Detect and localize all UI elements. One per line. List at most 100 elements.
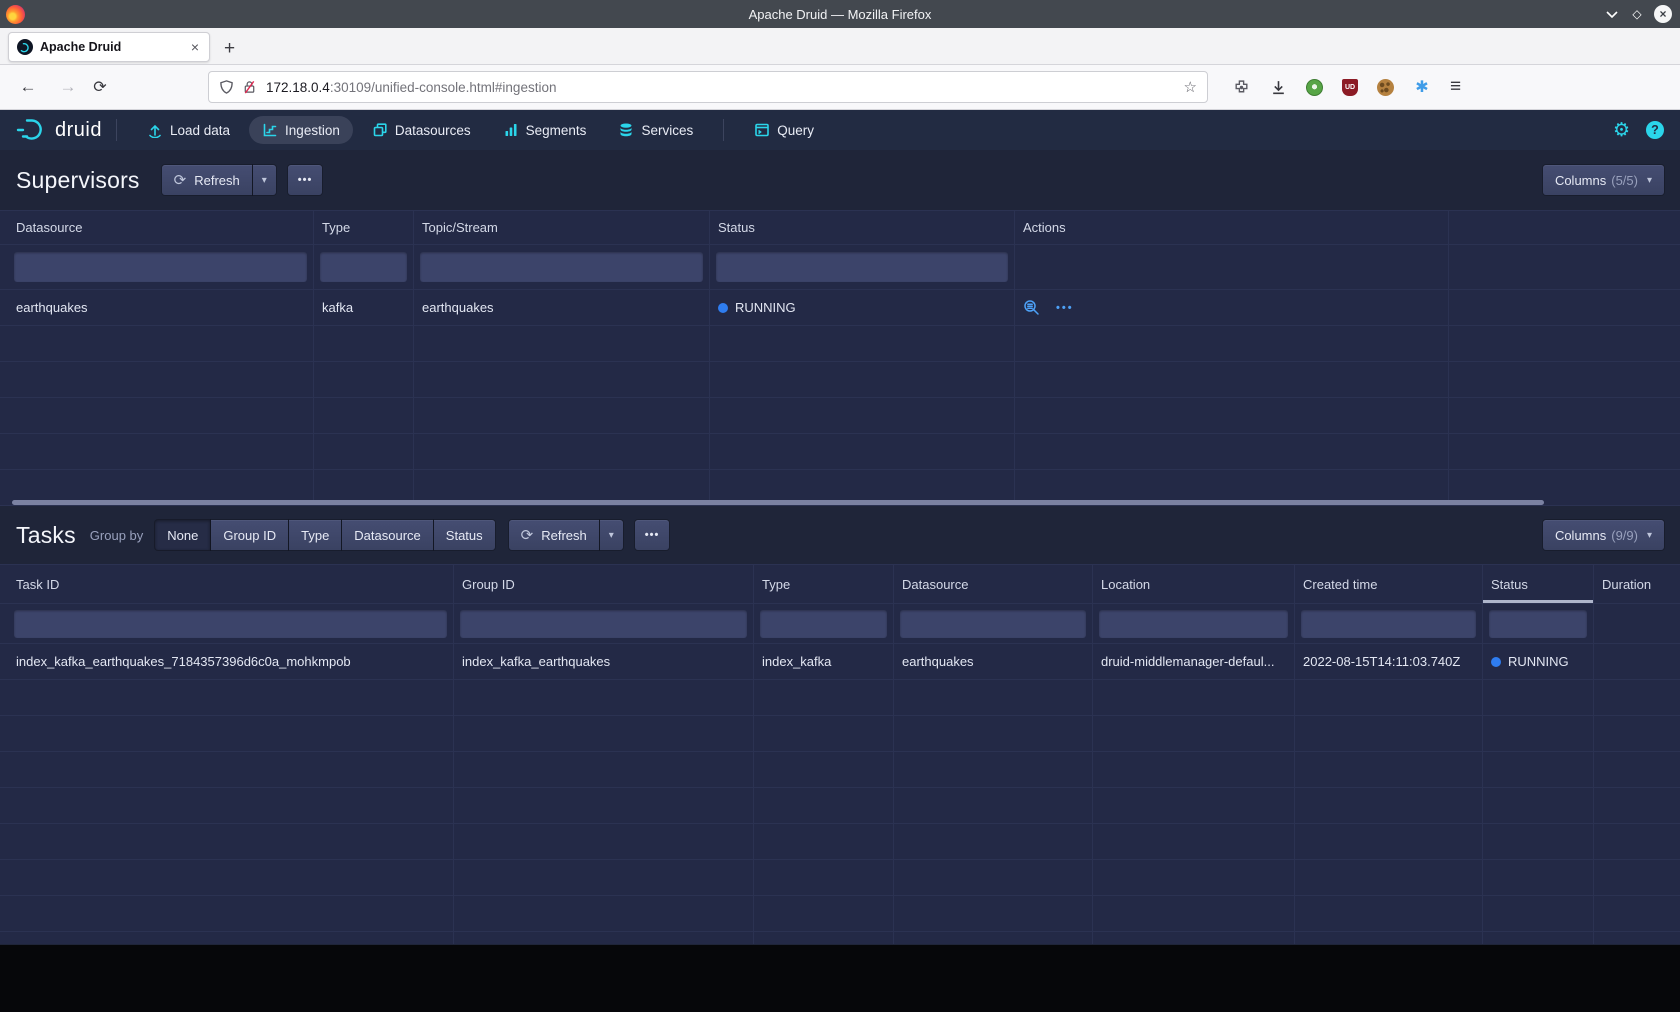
supervisors-filter-row: [0, 245, 1680, 290]
back-icon[interactable]: ←: [16, 77, 40, 97]
tasks-refresh-button[interactable]: ⟳ Refresh: [509, 520, 599, 550]
datasources-icon: [372, 122, 388, 138]
cell-group-id: index_kafka_earthquakes: [454, 644, 754, 679]
group-by-segmented-control: None Group ID Type Datasource Status: [155, 520, 494, 550]
supervisors-refresh-caret-button[interactable]: ▾: [253, 165, 276, 195]
refresh-icon: ⟳: [174, 173, 187, 188]
col-header-status[interactable]: Status: [710, 211, 1015, 244]
cell-status: RUNNING: [710, 290, 1015, 325]
tasks-header-row: Task ID Group ID Type Datasource Locatio…: [0, 564, 1680, 604]
horizontal-scrollbar[interactable]: [12, 500, 1544, 505]
supervisors-title: Supervisors: [16, 167, 140, 194]
druid-brand[interactable]: druid: [14, 117, 102, 143]
hamburger-menu-icon[interactable]: ≡: [1450, 76, 1461, 98]
window-title: Apache Druid — Mozilla Firefox: [0, 7, 1680, 22]
col-header-type[interactable]: Type: [754, 565, 894, 603]
bookmark-star-icon[interactable]: ☆: [1184, 78, 1197, 96]
filter-group-id-input[interactable]: [460, 610, 747, 638]
filter-datasource-input[interactable]: [900, 610, 1086, 638]
url-text[interactable]: 172.18.0.4:30109/unified-console.html#in…: [266, 80, 1184, 95]
tasks-more-button[interactable]: •••: [635, 520, 670, 550]
window-titlebar: Apache Druid — Mozilla Firefox ◇ ×: [0, 0, 1680, 28]
privacy-extension-icon[interactable]: [1306, 79, 1323, 96]
filter-type-input[interactable]: [320, 252, 407, 282]
minimize-icon[interactable]: [1604, 9, 1620, 19]
col-header-actions[interactable]: Actions: [1015, 211, 1449, 244]
tab-close-icon[interactable]: ×: [189, 39, 201, 55]
brand-name: druid: [55, 119, 102, 142]
maximize-icon[interactable]: ◇: [1629, 7, 1645, 21]
nav-query[interactable]: Query: [741, 116, 827, 144]
nav-ingestion[interactable]: Ingestion: [249, 116, 353, 144]
col-header-type[interactable]: Type: [314, 211, 414, 244]
tab-bar: Apache Druid × +: [0, 28, 1680, 64]
ublock-extension-icon[interactable]: UD: [1342, 79, 1358, 96]
query-icon: [754, 122, 770, 138]
filter-type-input[interactable]: [760, 610, 887, 638]
group-by-type-button[interactable]: Type: [289, 520, 341, 550]
col-header-created-time[interactable]: Created time: [1295, 565, 1483, 603]
filter-location-input[interactable]: [1099, 610, 1288, 638]
supervisors-refresh-button[interactable]: ⟳ Refresh: [162, 165, 252, 195]
filter-task-id-input[interactable]: [14, 610, 447, 638]
nav-datasources[interactable]: Datasources: [359, 116, 484, 144]
nav-label: Ingestion: [285, 123, 340, 138]
filter-filler: [1449, 245, 1680, 289]
close-window-icon[interactable]: ×: [1654, 5, 1672, 23]
cell-created-time: 2022-08-15T14:11:03.740Z: [1295, 644, 1483, 679]
load-data-icon: [147, 122, 163, 138]
filter-datasource-input[interactable]: [14, 252, 307, 282]
nav-segments[interactable]: Segments: [490, 116, 600, 144]
browser-tab[interactable]: Apache Druid ×: [8, 32, 210, 62]
nav-label: Query: [777, 123, 814, 138]
col-header-duration[interactable]: Duration: [1594, 565, 1680, 603]
row-more-actions-icon[interactable]: •••: [1056, 302, 1074, 314]
browser-toolbar: ← → ⟳ 172.18.0.4:30109/unified-console.h…: [0, 64, 1680, 110]
url-bar[interactable]: 172.18.0.4:30109/unified-console.html#in…: [208, 71, 1208, 103]
cookie-extension-icon[interactable]: [1377, 79, 1394, 96]
group-by-datasource-button[interactable]: Datasource: [342, 520, 432, 550]
cell-duration: [1594, 644, 1680, 679]
col-header-group-id[interactable]: Group ID: [454, 565, 754, 603]
col-header-status-sorted[interactable]: Status: [1483, 565, 1594, 603]
supervisors-empty-rows: [0, 326, 1680, 506]
filter-topic-stream-input[interactable]: [420, 252, 703, 282]
col-header-filler: [1449, 211, 1680, 244]
inspect-magnifier-icon[interactable]: [1023, 299, 1040, 316]
col-header-topic-stream[interactable]: Topic/Stream: [414, 211, 710, 244]
col-header-task-id[interactable]: Task ID: [0, 565, 454, 603]
columns-label: Columns: [1555, 173, 1606, 188]
supervisors-columns-button[interactable]: Columns (5/5) ▾: [1543, 165, 1664, 195]
settings-gear-icon[interactable]: ⚙: [1613, 121, 1630, 140]
filter-status-input[interactable]: [1489, 610, 1587, 638]
nav-services[interactable]: Services: [605, 116, 706, 144]
filter-status-input[interactable]: [716, 252, 1008, 282]
col-header-datasource[interactable]: Datasource: [0, 211, 314, 244]
navbar-divider: [723, 119, 724, 141]
chevron-down-icon: ▾: [1647, 175, 1652, 186]
tasks-refresh-caret-button[interactable]: ▾: [600, 520, 623, 550]
cell-type: kafka: [314, 290, 414, 325]
group-by-none-button[interactable]: None: [155, 520, 210, 550]
help-icon[interactable]: ?: [1646, 121, 1664, 139]
status-text: RUNNING: [1508, 654, 1569, 669]
tab-title: Apache Druid: [40, 40, 189, 54]
reload-icon[interactable]: ⟳: [88, 77, 112, 97]
nav-load-data[interactable]: Load data: [134, 116, 243, 144]
downloads-icon[interactable]: [1269, 78, 1287, 96]
new-tab-button[interactable]: +: [224, 39, 235, 58]
insecure-lock-icon[interactable]: [242, 79, 257, 95]
extensions-icon[interactable]: [1232, 78, 1250, 96]
col-header-datasource[interactable]: Datasource: [894, 565, 1093, 603]
navbar-divider: [116, 119, 117, 141]
shield-icon[interactable]: [219, 79, 234, 95]
group-by-group-id-button[interactable]: Group ID: [211, 520, 288, 550]
theme-extension-icon[interactable]: ✱: [1413, 78, 1431, 96]
tasks-columns-button[interactable]: Columns (9/9) ▾: [1543, 520, 1664, 550]
filter-created-time-input[interactable]: [1301, 610, 1476, 638]
refresh-label: Refresh: [541, 528, 587, 543]
col-header-location[interactable]: Location: [1093, 565, 1295, 603]
group-by-status-button[interactable]: Status: [434, 520, 495, 550]
cell-datasource: earthquakes: [894, 644, 1093, 679]
supervisors-more-button[interactable]: •••: [288, 165, 323, 195]
